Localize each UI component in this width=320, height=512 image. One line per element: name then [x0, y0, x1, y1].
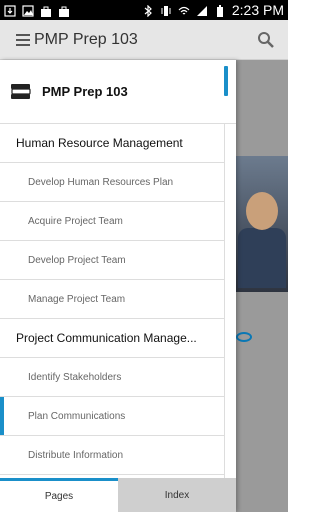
book-stack-icon [10, 83, 32, 101]
list-item-page[interactable]: Develop Project Team [0, 241, 224, 280]
tab-pages[interactable]: Pages [0, 478, 118, 512]
signal-icon [196, 4, 208, 16]
image-notification-icon [22, 4, 34, 17]
list-item-label: Plan Communications [28, 410, 126, 422]
action-bar: PMP Prep 103 [0, 20, 288, 60]
drawer-list: Human Resource Management Develop Human … [0, 124, 224, 475]
list-item-label: Project Communication Manage... [16, 331, 197, 345]
list-item-page[interactable]: Manage Project Team [0, 280, 224, 319]
list-item-label: Identify Stakeholders [28, 371, 122, 383]
drawer-title: PMP Prep 103 [42, 84, 128, 99]
shopping-bag-icon [40, 4, 52, 17]
navigation-drawer: PMP Prep 103 Human Resource Management D… [0, 60, 236, 512]
eye-icon [236, 332, 252, 342]
drawer-scroll-track [224, 124, 225, 500]
wifi-icon [178, 4, 190, 16]
list-item-section[interactable]: Project Communication Manage... [0, 319, 224, 358]
list-item-label: Acquire Project Team [28, 215, 123, 227]
tab-index[interactable]: Index [118, 478, 236, 512]
list-item-label: Distribute Information [28, 449, 124, 461]
status-bar: 2:23 PM [0, 0, 288, 20]
list-item-section[interactable]: Human Resource Management [0, 124, 224, 163]
background-content [236, 60, 288, 512]
hamburger-menu-icon[interactable] [16, 33, 30, 46]
drawer-tabs: Pages Index [0, 478, 236, 512]
list-item-label: Manage Project Team [28, 293, 126, 305]
list-item-label: Human Resource Management [16, 136, 183, 150]
vibrate-icon [160, 4, 172, 16]
drawer-scrollbar[interactable] [224, 66, 228, 96]
list-item-page-selected[interactable]: Plan Communications [0, 397, 224, 436]
app-title: PMP Prep 103 [34, 30, 138, 48]
drawer-header: PMP Prep 103 [0, 60, 236, 124]
battery-icon [214, 4, 226, 17]
list-item-page[interactable]: Distribute Information [0, 436, 224, 475]
list-item-page[interactable]: Acquire Project Team [0, 202, 224, 241]
list-item-page[interactable]: Identify Stakeholders [0, 358, 224, 397]
list-item-label: Develop Human Resources Plan [28, 176, 174, 188]
status-time: 2:23 PM [231, 2, 284, 18]
list-item-label: Develop Project Team [28, 254, 126, 266]
list-item-page[interactable]: Develop Human Resources Plan [0, 163, 224, 202]
shopping-bag-icon-2 [58, 4, 70, 17]
search-icon[interactable] [256, 30, 276, 50]
author-photo [236, 156, 288, 292]
download-notification-icon [4, 4, 16, 17]
bluetooth-icon [142, 4, 154, 18]
